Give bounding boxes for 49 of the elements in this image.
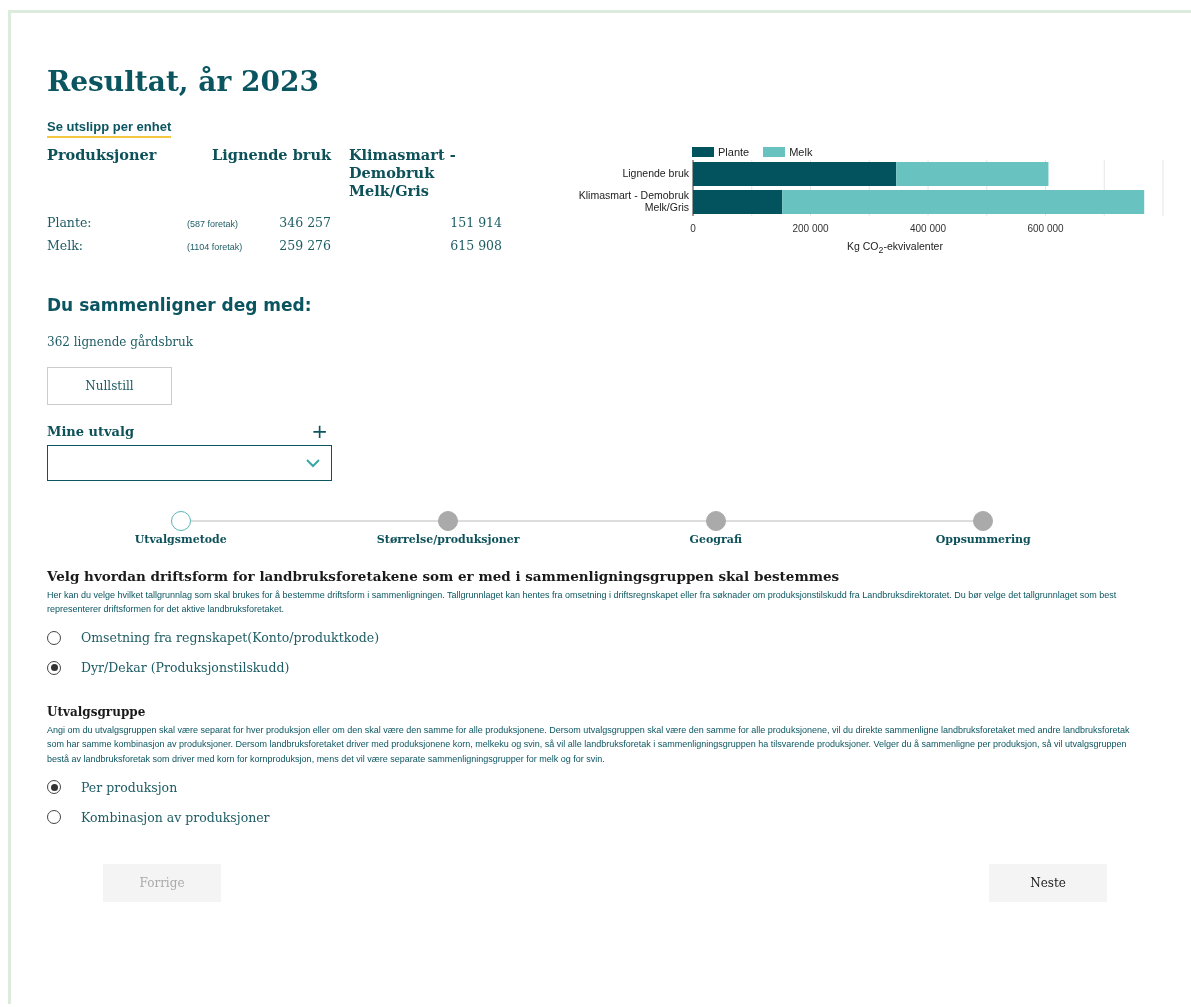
- axis-label: Kg CO$_{2}$-ekvivalenter: [847, 240, 944, 256]
- legend-swatch: [692, 147, 714, 157]
- table-cell: 346 257: [279, 214, 331, 230]
- legend-label: Plante: [718, 146, 750, 158]
- section-heading: Velg hvordan driftsform for landbruksforetakene som er med i sammenligningsgruppen skal bestemmes: [47, 568, 841, 585]
- step-marker[interactable]: [705, 511, 726, 532]
- step-label[interactable]: Geografi: [689, 533, 742, 547]
- step-marker[interactable]: [438, 511, 459, 532]
- page-title: Resultat, år 2023: [47, 65, 320, 98]
- company-count: (1104 foretak): [187, 241, 243, 252]
- reset-button[interactable]: Nullstill: [47, 367, 172, 406]
- column-header: Lignende bruk: [211, 146, 333, 165]
- section-heading: Utvalgsgruppe: [47, 704, 147, 719]
- radio-label[interactable]: Per produksjon: [81, 779, 178, 795]
- axis-line: [692, 159, 694, 217]
- category-label: Klimasmart - Demobruk Melk/Gris: [577, 188, 689, 215]
- farm-count: 362 lignende gårdsbruk: [47, 335, 195, 350]
- add-button[interactable]: +: [307, 419, 332, 444]
- tick-label: 0: [690, 223, 696, 234]
- tick-label: 400 000: [909, 223, 947, 234]
- next-button[interactable]: Neste: [989, 864, 1107, 903]
- step-marker[interactable]: [973, 511, 994, 532]
- help-text: Angi om du utvalgsgruppen skal være separat for hver produksjon eller om den skal være den samme for alle produksjonene. Dersom utvalgsgruppen skal være den samme for alle produksjonene, vil du direkte sammenligne landbruksforetaket med andre landbruksforetak som har samme kombinasjon av produksjoner. Dersom landbruksforetaket driver med produksjonene korn, melkeku og svin, så vil alle landbruksforetak i sammenligningsgruppen ha tilsvarende produksjoner. Velger du å sammenligne per produksjon, så vil utvalgsgruppen bestå av landbruksforetak som driver med korn for kornproduksjon, mens det vil være separate sammenligningsgrupper for melk og for svin.: [47, 723, 1131, 766]
- step-marker[interactable]: [170, 511, 191, 532]
- selection-dropdown[interactable]: [47, 445, 332, 482]
- category-label: Lignende bruk: [621, 166, 689, 182]
- legend-label: Melk: [789, 146, 813, 158]
- radio-label[interactable]: Dyr/Dekar (Produksjonstilskudd): [81, 660, 290, 676]
- legend-swatch: [763, 147, 786, 157]
- table-cell-text: 615 908: [449, 237, 502, 253]
- units-link[interactable]: Se utslipp per enhet: [47, 119, 172, 138]
- chevron-down-icon: [305, 458, 321, 469]
- step-label[interactable]: Oppsummering: [935, 533, 1031, 547]
- row-label: Plante:: [47, 214, 93, 230]
- section-heading: Du sammenligner deg med:: [47, 295, 313, 316]
- column-header: Klimasmart - Demobruk Melk/Gris: [348, 146, 457, 201]
- table-cell-text: 151 914: [449, 214, 502, 230]
- company-count: (587 foretak): [187, 218, 239, 229]
- column-header: Produksjoner: [47, 146, 158, 165]
- step-label[interactable]: Utvalgsmetode: [134, 533, 227, 547]
- table-cell: 259 276: [279, 237, 331, 253]
- step-label[interactable]: Størrelse/produksjoner: [376, 533, 520, 547]
- help-text: Her kan du velge hvilket tallgrunnlag som skal brukes for å bestemme driftsform i sammenligningen. Tallgrunnlaget kan hentes fra omsetning i driftsregnskapet eller fra søknader om produksjonstilskudd fra Landbruksdirektoratet. Du bør velge det tallgrunnlaget som best representerer driftsformen for det aktive landbruksforetaket.: [47, 589, 1118, 617]
- field-label: Mine utvalg: [47, 423, 135, 439]
- radio-label[interactable]: Kombinasjon av produksjoner: [81, 809, 270, 825]
- radio-label[interactable]: Omsetning fra regnskapet(Konto/produktkode): [81, 630, 380, 646]
- tick-label: 200 000: [792, 223, 829, 234]
- row-label: Melk:: [47, 237, 84, 253]
- tick-label: 600 000: [1027, 223, 1064, 234]
